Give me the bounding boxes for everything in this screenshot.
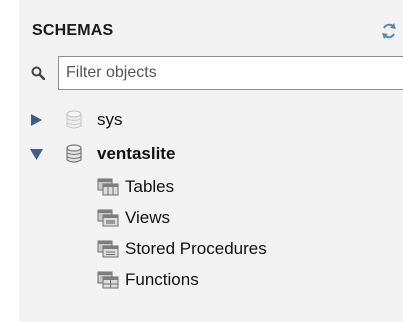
database-icon — [66, 144, 82, 163]
schemas-header: SCHEMAS — [32, 22, 114, 39]
tree-item-views[interactable]: Views — [97, 206, 217, 230]
expand-arrow-icon[interactable] — [31, 114, 42, 126]
views-icon — [97, 209, 119, 227]
schema-name: sys — [97, 110, 123, 129]
schema-name: ventaslite — [97, 144, 176, 163]
schema-item-ventaslite[interactable]: ventaslite — [28, 142, 208, 166]
filter-objects-input[interactable] — [58, 56, 403, 90]
schema-navigator-panel: SCHEMAS sys ventaslite — [0, 0, 403, 322]
tree-item-label: Views — [125, 208, 171, 227]
search-icon — [31, 66, 45, 80]
collapse-arrow-icon[interactable] — [30, 149, 43, 160]
stored-procedures-icon — [97, 240, 119, 258]
tree-item-label: Functions — [125, 270, 199, 289]
tree-item-stored-procedures[interactable]: Stored Procedures — [97, 237, 337, 261]
tree-item-functions[interactable]: Functions — [97, 268, 257, 292]
panel-left-edge — [0, 0, 19, 322]
tree-item-label: Stored Procedures — [125, 239, 267, 258]
tree-item-tables[interactable]: Tables — [97, 175, 217, 199]
tables-icon — [97, 178, 119, 196]
schema-item-sys[interactable]: sys — [28, 108, 148, 132]
tree-item-label: Tables — [125, 177, 175, 196]
functions-icon — [97, 271, 119, 289]
refresh-icon[interactable] — [380, 22, 398, 40]
database-icon — [66, 110, 82, 129]
